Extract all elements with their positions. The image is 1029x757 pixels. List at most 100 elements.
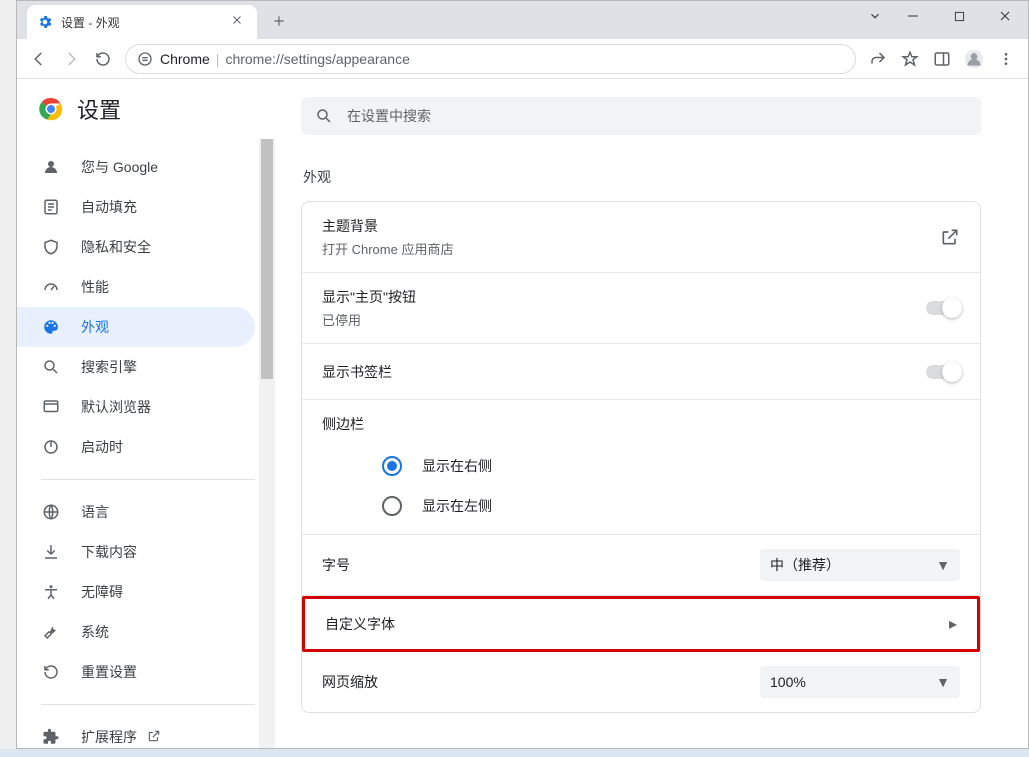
chrome-logo-icon [39,97,63,121]
sidebar-item-appearance[interactable]: 外观 [17,307,255,347]
menu-button[interactable] [990,43,1022,75]
dropdown-page-zoom[interactable]: 100% ▼ [760,666,960,698]
row-title: 显示书签栏 [322,362,926,382]
row-sidebar-position: 侧边栏 显示在右侧 显示在左侧 [302,400,980,535]
close-window-button[interactable] [982,1,1028,31]
sidebar-item-extensions[interactable]: 扩展程序 [17,717,255,757]
sidebar-item-search-engine[interactable]: 搜索引擎 [17,347,255,387]
reload-button[interactable] [87,43,119,75]
radio-label: 显示在左侧 [422,496,492,516]
dropdown-value: 100% [770,674,806,690]
settings-header: 设置 [17,79,275,139]
tab-title: 设置 - 外观 [61,14,231,31]
address-host: Chrome [160,51,210,67]
row-title: 网页缩放 [322,672,760,692]
row-home-button: 显示"主页"按钮 已停用 [302,273,980,344]
tab-dropdown-button[interactable] [860,1,890,31]
share-button[interactable] [862,43,894,75]
radio-sidebar-left[interactable]: 显示在左侧 [382,486,940,526]
section-title: 外观 [303,167,988,187]
minimize-button[interactable] [890,1,936,31]
shield-icon [41,237,61,257]
row-custom-fonts[interactable]: 自定义字体 ▸ [302,596,980,652]
sidebar-divider [41,479,255,480]
search-icon [41,357,61,377]
browser-toolbar: Chrome | chrome://settings/appearance [17,39,1028,79]
sidebar-item-label: 默认浏览器 [81,397,151,417]
sidebar-item-you-and-google[interactable]: 您与 Google [17,147,255,187]
sidebar-item-label: 您与 Google [81,157,158,177]
bookmark-button[interactable] [894,43,926,75]
sidebar-item-label: 隐私和安全 [81,237,151,257]
sidebar-item-label: 下载内容 [81,542,137,562]
row-title: 字号 [322,555,760,575]
radio-sidebar-right[interactable]: 显示在右侧 [382,446,940,486]
speedometer-icon [41,277,61,297]
palette-icon [41,317,61,337]
radio-icon [382,496,402,516]
power-icon [41,437,61,457]
sidebar-item-label: 扩展程序 [81,727,137,747]
sidebar-item-accessibility[interactable]: 无障碍 [17,572,255,612]
row-page-zoom: 网页缩放 100% ▼ [302,652,980,712]
radio-icon [382,456,402,476]
open-external-icon [940,227,960,247]
globe-icon [41,502,61,522]
wrench-icon [41,622,61,642]
settings-sidebar: 您与 Google 自动填充 隐私和安全 性能 外观 [17,147,275,757]
row-title: 显示"主页"按钮 [322,287,926,307]
site-info-icon[interactable] [136,50,154,68]
dropdown-value: 中（推荐） [770,555,840,575]
forward-button[interactable] [55,43,87,75]
sidebar-scrollbar[interactable] [259,139,275,748]
profile-button[interactable] [958,43,990,75]
sidebar-item-on-startup[interactable]: 启动时 [17,427,255,467]
sidebar-item-reset[interactable]: 重置设置 [17,652,255,692]
caret-down-icon: ▼ [936,674,950,690]
sidebar-item-label: 性能 [81,277,109,297]
row-title: 自定义字体 [325,614,949,634]
tab-strip: 设置 - 外观 [17,1,1028,39]
address-bar[interactable]: Chrome | chrome://settings/appearance [125,44,856,74]
new-tab-button[interactable] [265,7,293,35]
address-path: chrome://settings/appearance [225,51,409,67]
sidebar-item-downloads[interactable]: 下载内容 [17,532,255,572]
search-icon [315,107,333,125]
open-external-icon [147,729,163,745]
browser-icon [41,397,61,417]
browser-tab[interactable]: 设置 - 外观 [27,5,257,39]
row-subtitle: 打开 Chrome 应用商店 [322,239,940,258]
settings-search-input[interactable]: 在设置中搜索 [301,97,981,135]
row-subtitle: 已停用 [322,310,926,329]
sidebar-item-autofill[interactable]: 自动填充 [17,187,255,227]
radio-label: 显示在右侧 [422,456,492,476]
sidebar-item-system[interactable]: 系统 [17,612,255,652]
toggle-home-button[interactable] [926,301,960,315]
gear-icon [37,14,53,30]
puzzle-icon [41,727,61,747]
sidebar-item-languages[interactable]: 语言 [17,492,255,532]
sidebar-item-performance[interactable]: 性能 [17,267,255,307]
dropdown-font-size[interactable]: 中（推荐） ▼ [760,549,960,581]
maximize-button[interactable] [936,1,982,31]
row-theme[interactable]: 主题背景 打开 Chrome 应用商店 [302,202,980,273]
sidebar-item-label: 语言 [81,502,109,522]
row-font-size: 字号 中（推荐） ▼ [302,535,980,596]
row-title: 主题背景 [322,216,940,236]
scrollbar-thumb[interactable] [261,139,273,379]
back-button[interactable] [23,43,55,75]
side-panel-button[interactable] [926,43,958,75]
close-icon[interactable] [231,14,247,30]
caret-down-icon: ▼ [936,557,950,573]
sidebar-item-label: 搜索引擎 [81,357,137,377]
reset-icon [41,662,61,682]
sidebar-item-label: 启动时 [81,437,123,457]
sidebar-item-privacy[interactable]: 隐私和安全 [17,227,255,267]
sidebar-item-label: 外观 [81,317,109,337]
sidebar-item-label: 自动填充 [81,197,137,217]
download-icon [41,542,61,562]
autofill-icon [41,197,61,217]
sidebar-item-default-browser[interactable]: 默认浏览器 [17,387,255,427]
toggle-bookmarks-bar[interactable] [926,365,960,379]
settings-title: 设置 [77,93,121,125]
